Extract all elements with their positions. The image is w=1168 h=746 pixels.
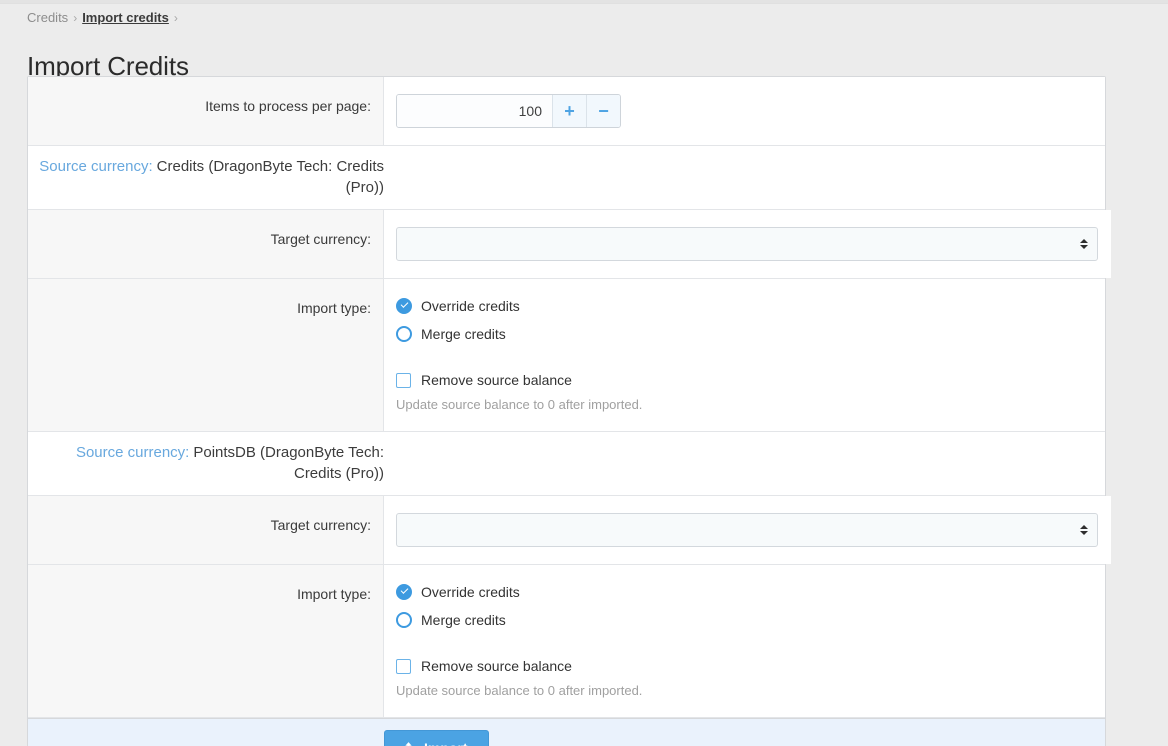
radio-unchecked-icon-1 xyxy=(396,326,412,342)
checkbox-unchecked-icon-1 xyxy=(396,373,411,388)
import-button[interactable]: Import xyxy=(384,730,489,746)
import-type-field-2: Override credits Merge credits Remove so… xyxy=(384,565,1105,717)
quantity-stepper[interactable]: + − xyxy=(396,94,621,128)
row-import-type-2: Import type: Override credits Merge cred… xyxy=(28,565,1105,718)
stepper-decrement-button[interactable]: − xyxy=(586,95,620,127)
target-currency-select-wrap-2 xyxy=(396,513,1098,547)
target-currency-select-wrap-1 xyxy=(396,227,1098,261)
items-per-page-field: + − xyxy=(384,77,1105,145)
target-currency-field-2 xyxy=(384,496,1111,564)
radio-merge-credits-label-1: Merge credits xyxy=(421,324,506,344)
choice-gap-2 xyxy=(396,638,1092,656)
top-strip xyxy=(0,0,1168,4)
radio-override-credits-1[interactable]: Override credits xyxy=(396,296,1092,316)
source-currency-header-1: Source currency: Credits (DragonByte Tech… xyxy=(28,146,1105,210)
source-currency-label-1: Source currency: xyxy=(39,158,152,175)
page-root: Credits › Import credits › Import Credits I… xyxy=(0,0,1168,746)
checkbox-unchecked-icon-2 xyxy=(396,659,411,674)
remove-source-balance-hint-2: Update source balance to 0 after importe… xyxy=(396,682,1092,700)
choice-gap-1 xyxy=(396,352,1092,370)
remove-source-balance-hint-1: Update source balance to 0 after importe… xyxy=(396,396,1092,414)
stepper-increment-button[interactable]: + xyxy=(552,95,586,127)
import-button-label: Import xyxy=(424,739,468,746)
items-per-page-input[interactable] xyxy=(397,95,552,127)
source-currency-header-2-inner: Source currency:PointsDB (DragonByte Tec… xyxy=(28,442,384,484)
breadcrumb: Credits › Import credits › xyxy=(27,9,183,27)
breadcrumb-separator-1: › xyxy=(73,11,77,25)
import-type-label-1: Import type: xyxy=(28,279,384,431)
radio-merge-credits-2[interactable]: Merge credits xyxy=(396,610,1092,630)
footer-spacer xyxy=(28,730,384,746)
row-target-currency-1: Target currency: xyxy=(28,210,1105,279)
import-type-label-2: Import type: xyxy=(28,565,384,717)
checkbox-remove-source-balance-1[interactable]: Remove source balance xyxy=(396,370,1092,390)
source-currency-label-2: Source currency: xyxy=(76,444,189,461)
radio-override-credits-label-2: Override credits xyxy=(421,582,520,602)
row-items-per-page: Items to process per page: + − xyxy=(28,77,1105,146)
checkbox-remove-source-balance-label-1: Remove source balance xyxy=(421,370,572,390)
radio-checked-icon-1 xyxy=(396,298,412,314)
upload-icon xyxy=(401,741,416,746)
breadcrumb-separator-2: › xyxy=(174,11,178,25)
import-form-panel: Items to process per page: + − Source cu… xyxy=(27,76,1106,746)
source-currency-value-2: PointsDB (DragonByte Tech: Credits (Pro)… xyxy=(193,444,384,482)
target-currency-select-2[interactable] xyxy=(396,513,1098,547)
radio-unchecked-icon-2 xyxy=(396,612,412,628)
panel-footer: Import xyxy=(28,718,1105,746)
row-target-currency-2: Target currency: xyxy=(28,496,1105,565)
checkbox-remove-source-balance-label-2: Remove source balance xyxy=(421,656,572,676)
import-type-field-1: Override credits Merge credits Remove so… xyxy=(384,279,1105,431)
target-currency-label-1: Target currency: xyxy=(28,210,384,278)
source-currency-header-2: Source currency:PointsDB (DragonByte Tec… xyxy=(28,432,1105,496)
target-currency-select-1[interactable] xyxy=(396,227,1098,261)
radio-checked-icon-2 xyxy=(396,584,412,600)
breadcrumb-item-credits[interactable]: Credits xyxy=(27,10,68,25)
breadcrumb-item-import-credits[interactable]: Import credits xyxy=(82,10,169,25)
radio-merge-credits-label-2: Merge credits xyxy=(421,610,506,630)
source-currency-header-1-inner: Source currency: Credits (DragonByte Tech… xyxy=(28,156,384,198)
items-per-page-label: Items to process per page: xyxy=(28,77,384,145)
target-currency-label-2: Target currency: xyxy=(28,496,384,564)
radio-override-credits-2[interactable]: Override credits xyxy=(396,582,1092,602)
source-currency-value-1: Credits (DragonByte Tech: Credits (Pro)) xyxy=(157,158,384,196)
row-import-type-1: Import type: Override credits Merge cred… xyxy=(28,279,1105,432)
radio-override-credits-label-1: Override credits xyxy=(421,296,520,316)
checkbox-remove-source-balance-2[interactable]: Remove source balance xyxy=(396,656,1092,676)
target-currency-field-1 xyxy=(384,210,1111,278)
radio-merge-credits-1[interactable]: Merge credits xyxy=(396,324,1092,344)
